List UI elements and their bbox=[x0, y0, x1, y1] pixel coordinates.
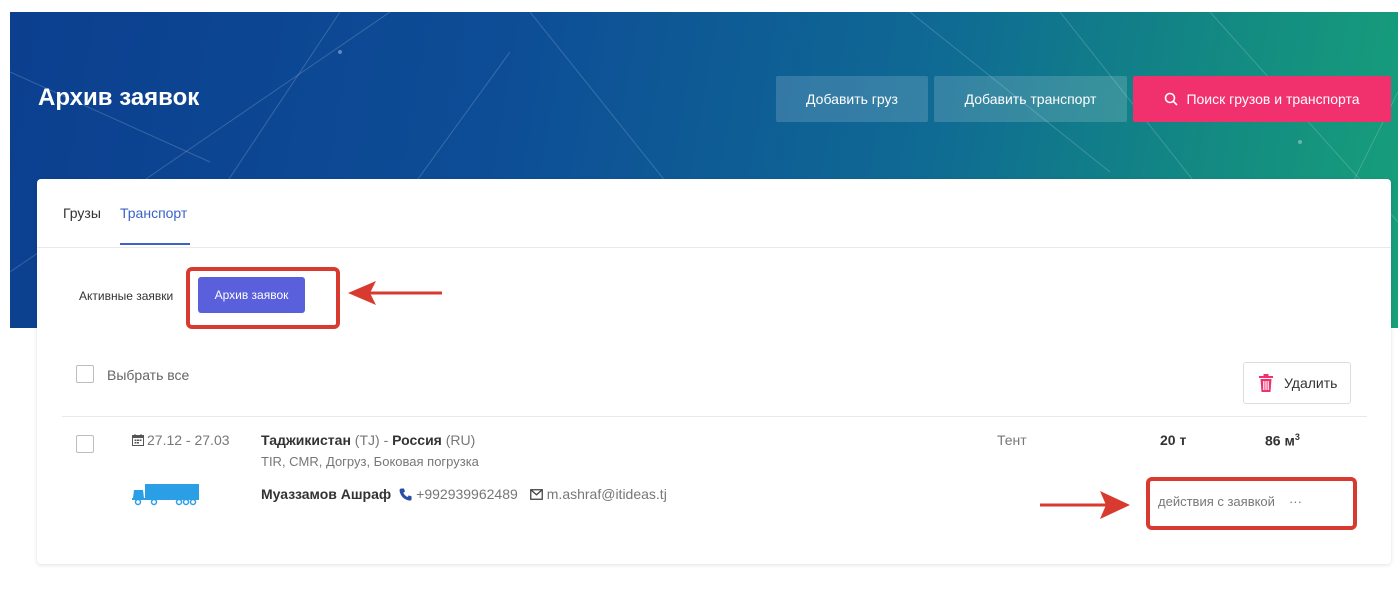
search-icon bbox=[1165, 92, 1179, 106]
add-transport-label: Добавить транспорт bbox=[964, 91, 1097, 107]
from-code: (TJ) bbox=[354, 432, 380, 448]
phone-contact[interactable]: +992939962489 bbox=[399, 486, 518, 502]
annotation-arrow-right-icon bbox=[1040, 491, 1130, 519]
trash-icon bbox=[1259, 374, 1273, 392]
email-address: m.ashraf@itideas.tj bbox=[546, 486, 667, 502]
tabs-divider bbox=[37, 247, 1391, 248]
dates-text: 27.12 - 27.03 bbox=[147, 432, 230, 448]
annotation-arrow-left-icon bbox=[348, 281, 442, 305]
highlight-box-actions bbox=[1146, 477, 1357, 530]
route-separator: - bbox=[383, 432, 389, 448]
row-divider bbox=[62, 416, 1367, 417]
phone-number: +992939962489 bbox=[416, 486, 518, 502]
delete-button[interactable]: Удалить bbox=[1243, 362, 1351, 404]
volume-unit-exponent: 3 bbox=[1294, 432, 1300, 442]
select-all-checkbox[interactable] bbox=[76, 365, 94, 383]
email-contact[interactable]: m.ashraf@itideas.tj bbox=[529, 486, 667, 502]
contact-name: Муаззамов Ашраф bbox=[261, 486, 392, 502]
select-all-label: Выбрать все bbox=[107, 367, 190, 383]
row-checkbox[interactable] bbox=[76, 435, 94, 453]
add-transport-button[interactable]: Добавить транспорт bbox=[934, 76, 1127, 122]
tab-transport[interactable]: Транспорт bbox=[120, 205, 187, 221]
active-requests-link[interactable]: Активные заявки bbox=[79, 289, 173, 303]
page-title: Архив заявок bbox=[38, 84, 200, 111]
contact-line: Муаззамов Ашраф +992939962489 m.ashraf@i… bbox=[261, 486, 667, 502]
active-tab-indicator bbox=[120, 243, 190, 245]
delete-label: Удалить bbox=[1284, 375, 1338, 391]
body-type: Тент bbox=[997, 432, 1027, 448]
to-country: Россия bbox=[392, 432, 442, 448]
highlight-box-archive bbox=[186, 267, 340, 329]
add-cargo-button[interactable]: Добавить груз bbox=[776, 76, 928, 122]
route: Таджикистан (TJ) - Россия (RU) bbox=[261, 432, 475, 448]
from-country: Таджикистан bbox=[261, 432, 351, 448]
volume-value: 86 м bbox=[1265, 432, 1295, 449]
tab-cargo[interactable]: Грузы bbox=[63, 205, 101, 221]
to-code: (RU) bbox=[445, 432, 476, 448]
add-cargo-label: Добавить груз bbox=[806, 91, 898, 107]
calendar-icon bbox=[132, 434, 144, 446]
truck-icon bbox=[132, 484, 199, 506]
weight: 20 т bbox=[1160, 432, 1187, 448]
row-dates: 27.12 - 27.03 bbox=[132, 432, 230, 448]
phone-icon bbox=[399, 488, 412, 501]
volume: 86 м3 bbox=[1265, 432, 1300, 449]
search-cargo-transport-label: Поиск грузов и транспорта bbox=[1186, 91, 1360, 107]
search-cargo-transport-button[interactable]: Поиск грузов и транспорта bbox=[1133, 76, 1391, 122]
transport-features: TIR, CMR, Догруз, Боковая погрузка bbox=[261, 454, 479, 469]
mail-icon bbox=[529, 488, 543, 500]
